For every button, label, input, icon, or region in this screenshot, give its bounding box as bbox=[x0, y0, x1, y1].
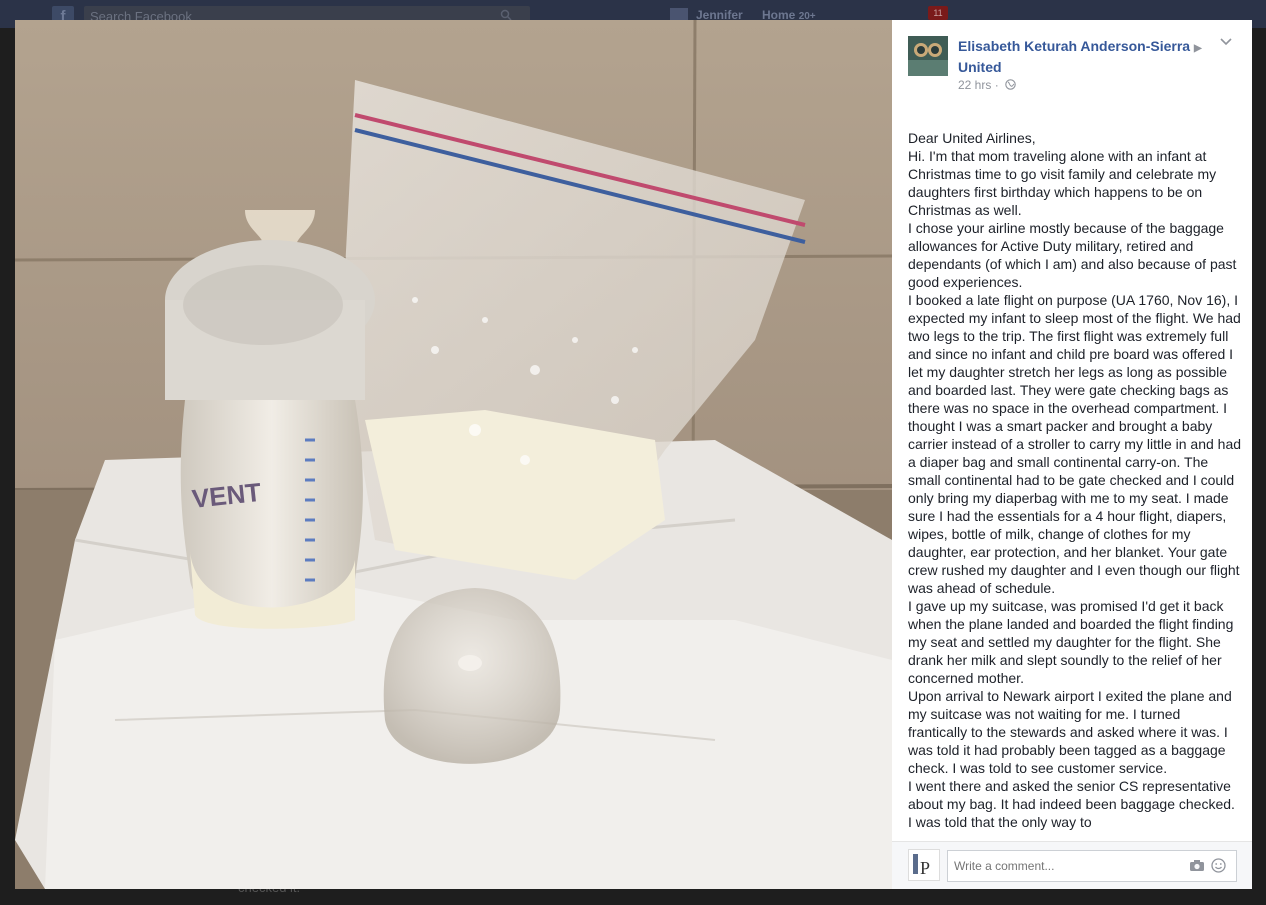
recipient-page-link[interactable]: United bbox=[958, 59, 1002, 75]
post-paragraph: Upon arrival to Newark airport I exited … bbox=[908, 688, 1232, 776]
svg-text:P: P bbox=[920, 858, 930, 878]
post-photo: VENT bbox=[15, 20, 892, 889]
author-avatar[interactable] bbox=[908, 36, 948, 76]
camera-icon[interactable] bbox=[1189, 859, 1205, 872]
globe-icon[interactable] bbox=[1005, 79, 1016, 90]
to-arrow-icon: ▶ bbox=[1193, 43, 1202, 54]
emoji-icon[interactable] bbox=[1211, 858, 1226, 873]
post-timestamp-link[interactable]: 22 hrs bbox=[958, 78, 991, 92]
post-paragraph: I gave up my suitcase, was promised I'd … bbox=[908, 598, 1234, 686]
post-side-panel: Elisabeth Keturah Anderson-Sierra ▶ Unit… bbox=[892, 20, 1252, 889]
meta-separator: · bbox=[994, 78, 999, 92]
post-body: Dear United Airlines, Hi. I'm that mom t… bbox=[908, 129, 1242, 841]
post-paragraph: I went there and asked the senior CS rep… bbox=[908, 778, 1235, 830]
chevron-down-icon[interactable] bbox=[1220, 38, 1232, 46]
photo-illustration: VENT bbox=[15, 20, 892, 889]
author-name-link[interactable]: Elisabeth Keturah Anderson-Sierra bbox=[958, 38, 1190, 54]
post-author-header: Elisabeth Keturah Anderson-Sierra ▶ Unit… bbox=[958, 37, 1208, 77]
post-paragraph: Dear United Airlines, bbox=[908, 130, 1036, 146]
post-meta: 22 hrs · bbox=[958, 78, 1016, 92]
commenter-avatar: P bbox=[908, 849, 940, 881]
post-paragraph: Hi. I'm that mom traveling alone with an… bbox=[908, 148, 1217, 218]
notification-badge[interactable]: 11 bbox=[928, 6, 948, 20]
post-paragraph: I chose your airline mostly because of t… bbox=[908, 220, 1237, 290]
comment-bar: P bbox=[892, 841, 1252, 889]
post-paragraph: I booked a late flight on purpose (UA 17… bbox=[908, 292, 1242, 596]
